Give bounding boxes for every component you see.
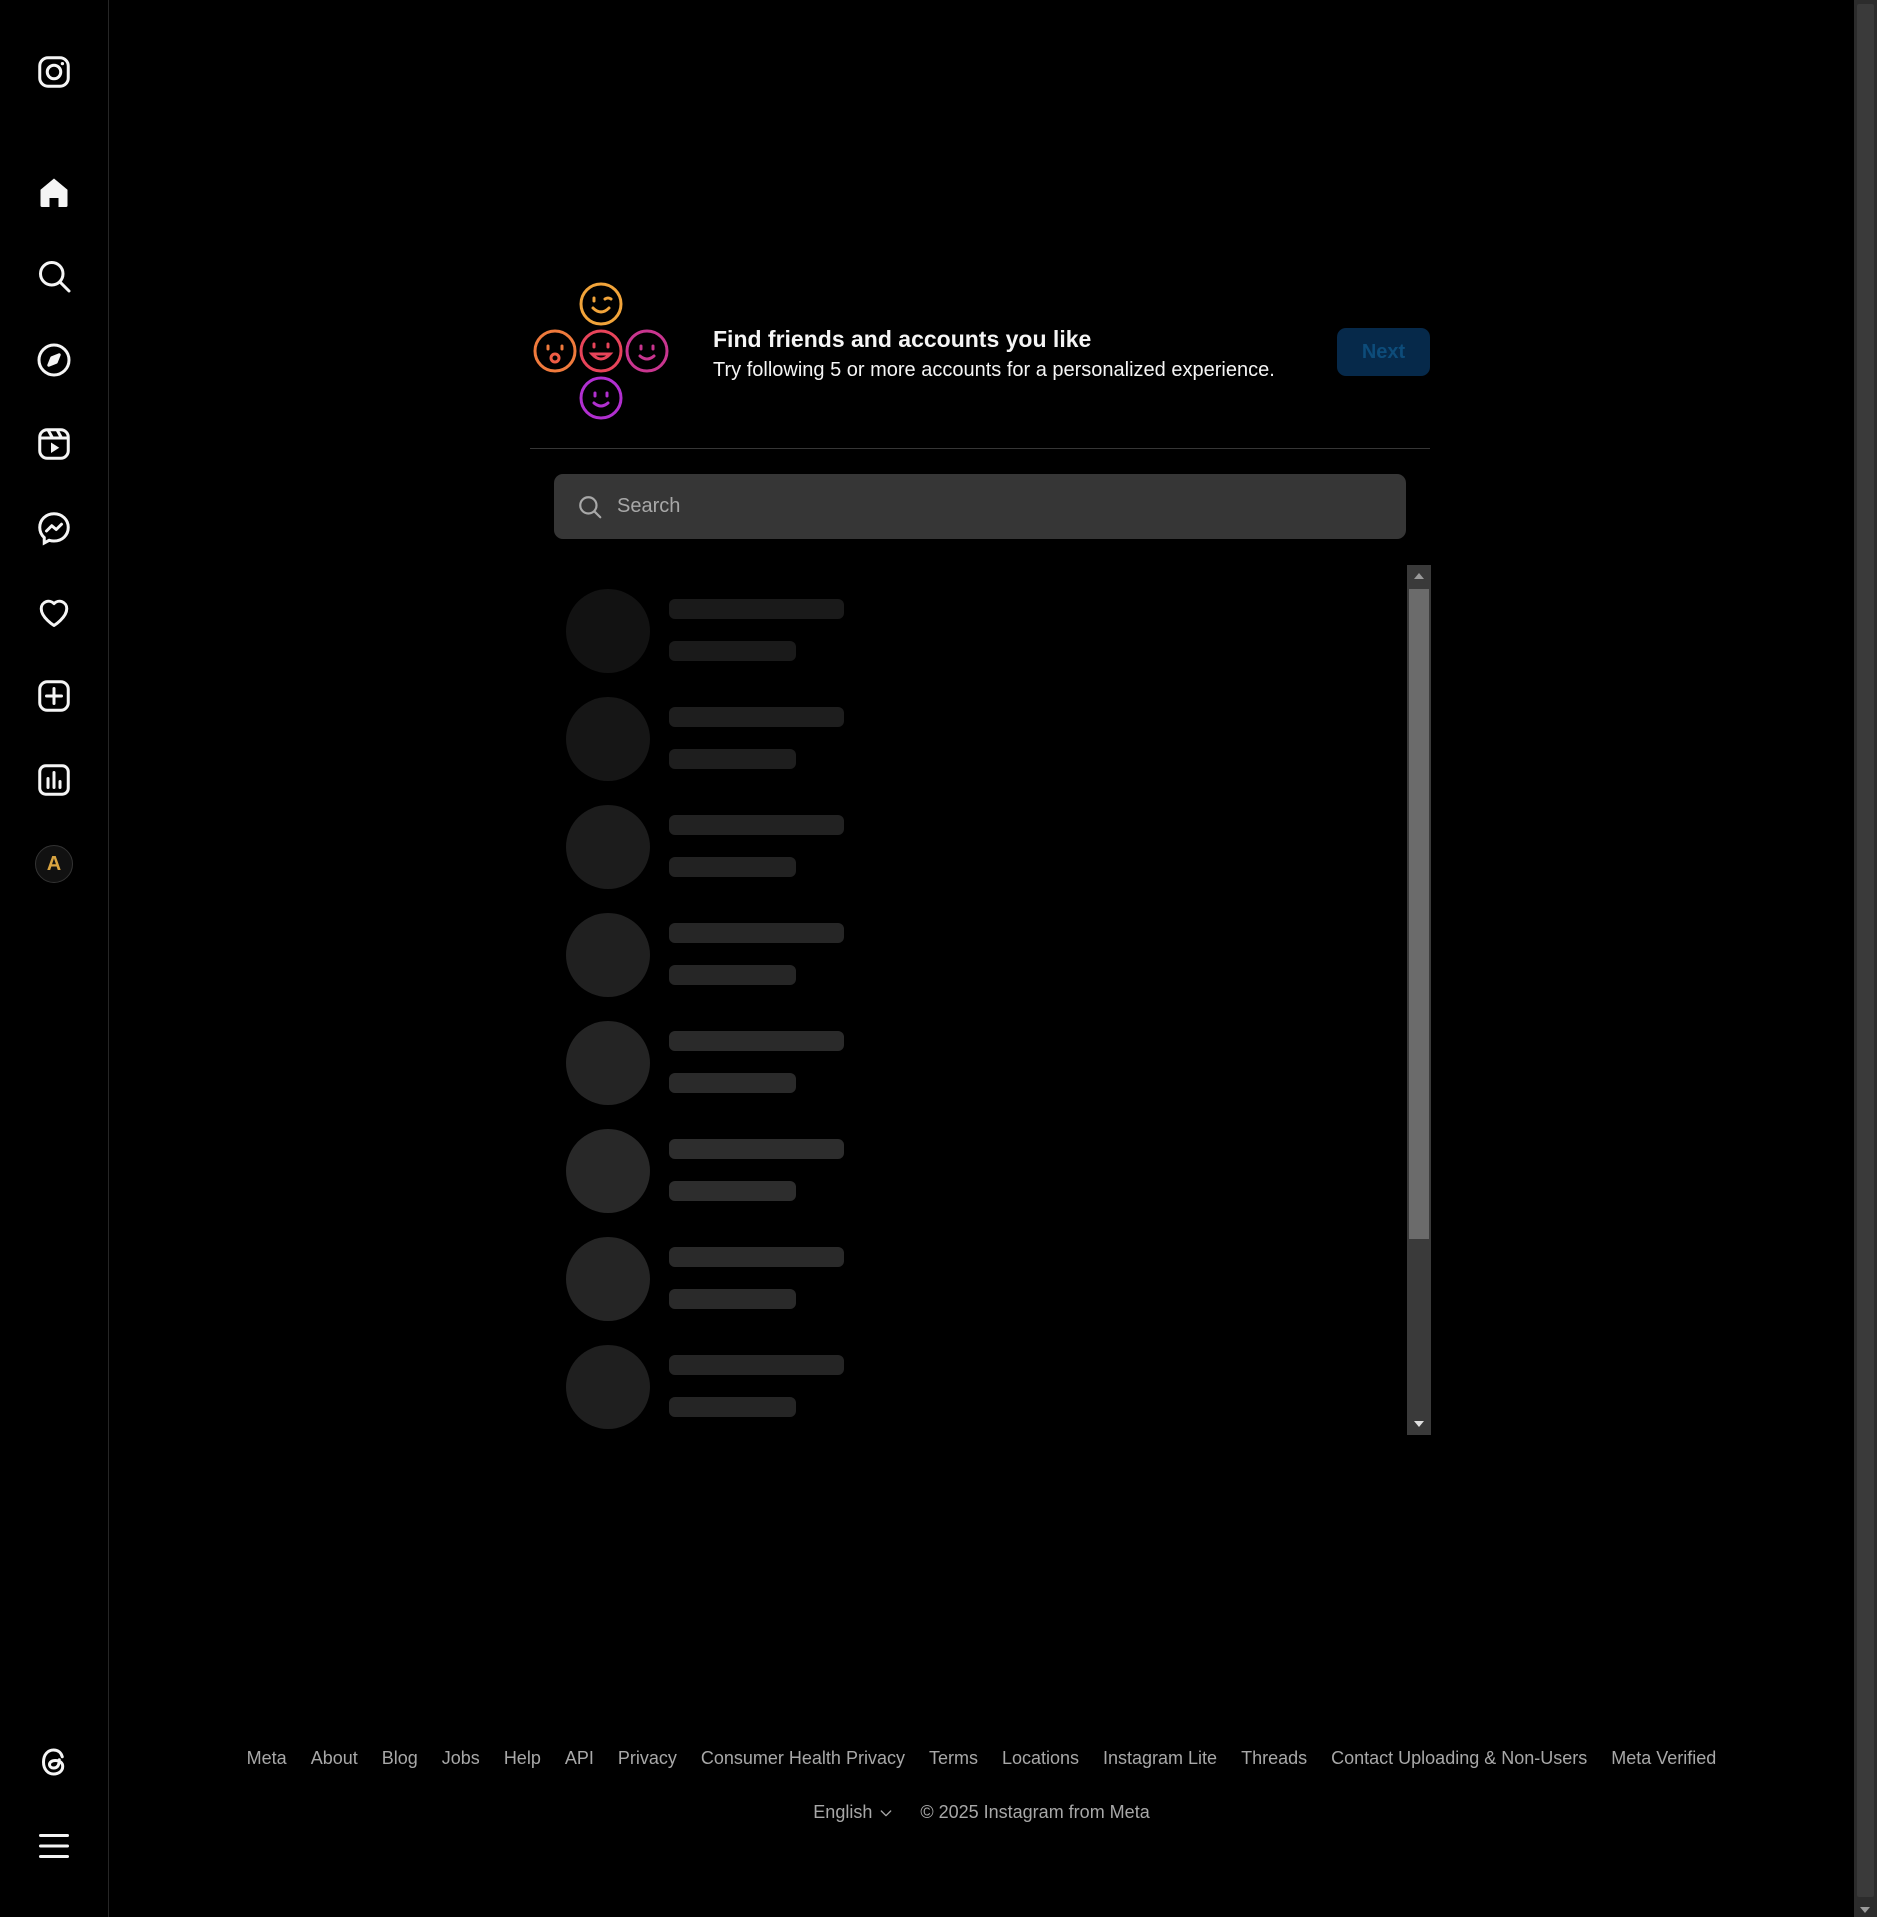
skeleton-list-item	[566, 1129, 866, 1213]
skeleton-line	[669, 599, 844, 619]
footer-link[interactable]: Jobs	[442, 1748, 480, 1769]
skeleton-avatar	[566, 697, 650, 781]
footer-link[interactable]: Instagram Lite	[1103, 1748, 1217, 1769]
profile-avatar[interactable]: A	[34, 844, 74, 884]
page-title: Find friends and accounts you like	[713, 326, 1092, 352]
page-scroll-down-arrow-icon[interactable]	[1860, 1907, 1870, 1913]
suggestions-list[interactable]	[554, 565, 1431, 1435]
skeleton-line	[669, 707, 844, 727]
skeleton-avatar	[566, 1345, 650, 1429]
skeleton-avatar	[566, 589, 650, 673]
skeleton-line	[669, 1289, 796, 1309]
skeleton-list-item	[566, 913, 866, 997]
heart-icon[interactable]	[34, 592, 74, 632]
language-label: English	[813, 1802, 873, 1822]
search-input[interactable]	[615, 494, 1379, 519]
skeleton-list-item	[566, 697, 866, 781]
explore-compass-icon[interactable]	[34, 340, 74, 380]
footer-link[interactable]: Blog	[382, 1748, 418, 1769]
search-icon	[579, 495, 602, 518]
page-subtitle: Try following 5 or more accounts for a p…	[713, 359, 1275, 381]
skeleton-list-item	[566, 1345, 866, 1429]
skeleton-line	[669, 1247, 844, 1267]
footer-link[interactable]: Help	[504, 1748, 541, 1769]
next-button[interactable]: Next	[1337, 328, 1430, 376]
avatar: A	[35, 845, 73, 883]
home-icon[interactable]	[34, 172, 74, 212]
sidebar-nav: A	[0, 0, 109, 1917]
skeleton-line	[669, 1355, 844, 1375]
skeleton-avatar	[566, 1129, 650, 1213]
copyright-text: © 2025 Instagram from Meta	[920, 1802, 1150, 1822]
skeleton-list-item	[566, 1021, 866, 1105]
skeleton-line	[669, 749, 796, 769]
footer-link[interactable]: Privacy	[618, 1748, 677, 1769]
scroll-down-arrow-icon[interactable]	[1414, 1421, 1424, 1427]
footer-link[interactable]: Meta Verified	[1611, 1748, 1716, 1769]
skeleton-list-item	[566, 1237, 866, 1321]
skeleton-line	[669, 815, 844, 835]
skeleton-line	[669, 1031, 844, 1051]
footer-link[interactable]: API	[565, 1748, 594, 1769]
skeleton-list-item	[566, 805, 866, 889]
instagram-logo-icon[interactable]	[34, 52, 74, 92]
threads-icon[interactable]	[34, 1742, 74, 1782]
footer-link[interactable]: Contact Uploading & Non-Users	[1331, 1748, 1587, 1769]
reels-icon[interactable]	[34, 424, 74, 464]
header-text: Find friends and accounts you like Try f…	[713, 326, 1275, 382]
footer-link[interactable]: Locations	[1002, 1748, 1079, 1769]
footer-links: Meta About Blog Jobs Help API Privacy Consumer …	[109, 1748, 1854, 1769]
footer-link[interactable]: About	[311, 1748, 358, 1769]
footer-link[interactable]: Threads	[1241, 1748, 1307, 1769]
chevron-down-icon	[881, 1809, 892, 1816]
suggestions-header: Find friends and accounts you like Try f…	[530, 282, 1430, 449]
search-bar[interactable]	[554, 474, 1406, 539]
list-scrollbar[interactable]	[1407, 565, 1431, 1435]
search-icon[interactable]	[34, 256, 74, 296]
skeleton-avatar	[566, 1237, 650, 1321]
skeleton-line	[669, 857, 796, 877]
skeleton-line	[669, 1073, 796, 1093]
create-plus-icon[interactable]	[34, 676, 74, 716]
skeleton-list-item	[566, 589, 866, 673]
page-scrollbar-thumb[interactable]	[1857, 4, 1874, 1897]
footer-bottom: English © 2025 Instagram from Meta	[109, 1802, 1854, 1823]
menu-hamburger-icon[interactable]	[34, 1826, 74, 1866]
messenger-icon[interactable]	[34, 508, 74, 548]
skeleton-line	[669, 923, 844, 943]
footer-link[interactable]: Terms	[929, 1748, 978, 1769]
skeleton-line	[669, 1139, 844, 1159]
skeleton-line	[669, 965, 796, 985]
skeleton-avatar	[566, 805, 650, 889]
skeleton-line	[669, 641, 796, 661]
dashboard-icon[interactable]	[34, 760, 74, 800]
skeleton-avatar	[566, 913, 650, 997]
footer-link[interactable]: Consumer Health Privacy	[701, 1748, 905, 1769]
scrollbar-thumb[interactable]	[1409, 589, 1429, 1239]
language-selector[interactable]: English	[813, 1802, 894, 1823]
scroll-up-arrow-icon[interactable]	[1414, 573, 1424, 579]
skeleton-line	[669, 1397, 796, 1417]
page-scrollbar[interactable]	[1854, 0, 1877, 1917]
friends-faces-illustration	[533, 282, 669, 420]
footer-link[interactable]: Meta	[247, 1748, 287, 1769]
skeleton-avatar	[566, 1021, 650, 1105]
skeleton-line	[669, 1181, 796, 1201]
